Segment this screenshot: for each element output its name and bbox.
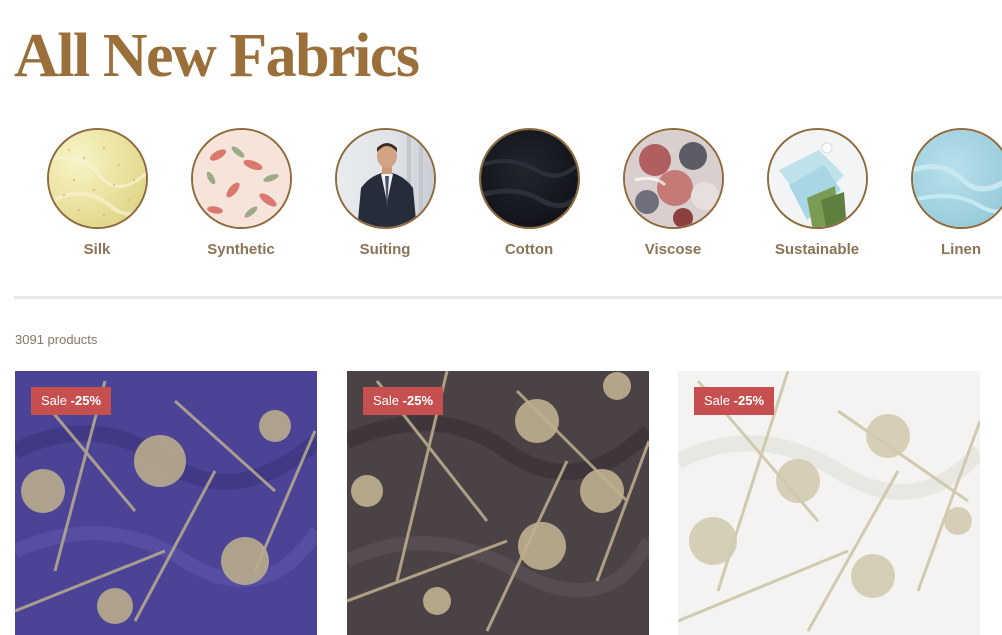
product-card[interactable]: Sale -25% (678, 371, 980, 635)
viscose-print-swatch-image (622, 128, 724, 229)
product-count: 3091 products (15, 332, 98, 347)
section-divider (14, 296, 1002, 299)
sustainable-fabric-image (766, 128, 868, 229)
category-sustainable[interactable]: Sustainable (745, 128, 889, 268)
linen-swatch-image (910, 128, 1002, 229)
product-grid: Sale -25% Sale -25% Sale -25% (0, 371, 1002, 635)
cotton-swatch-image (478, 128, 580, 229)
synthetic-floral-swatch-image (190, 128, 292, 229)
page: All New Fabrics Silk Synthetic Suiting C… (0, 0, 1002, 635)
category-label: Synthetic (207, 241, 275, 258)
category-label: Sustainable (774, 241, 860, 258)
silk-swatch-image (46, 128, 148, 229)
category-label: Viscose (644, 241, 702, 258)
category-label: Linen (941, 241, 981, 258)
suiting-model-image (334, 128, 436, 229)
page-title: All New Fabrics (14, 22, 420, 90)
sale-badge: Sale -25% (31, 387, 112, 415)
category-linen[interactable]: Linen (889, 128, 1002, 268)
sale-badge: Sale -25% (363, 387, 444, 415)
category-cotton[interactable]: Cotton (457, 128, 601, 268)
category-label: Cotton (504, 241, 554, 258)
category-suiting[interactable]: Suiting (313, 128, 457, 268)
product-card[interactable]: Sale -25% (347, 371, 649, 635)
category-silk[interactable]: Silk (25, 128, 169, 268)
category-label: Silk (83, 241, 111, 258)
category-viscose[interactable]: Viscose (601, 128, 745, 268)
product-card[interactable]: Sale -25% (15, 371, 317, 635)
sale-badge: Sale -25% (694, 387, 775, 415)
category-synthetic[interactable]: Synthetic (169, 128, 313, 268)
category-carousel: Silk Synthetic Suiting Cotton Viscose Su… (0, 128, 1002, 268)
category-label: Suiting (359, 241, 411, 258)
